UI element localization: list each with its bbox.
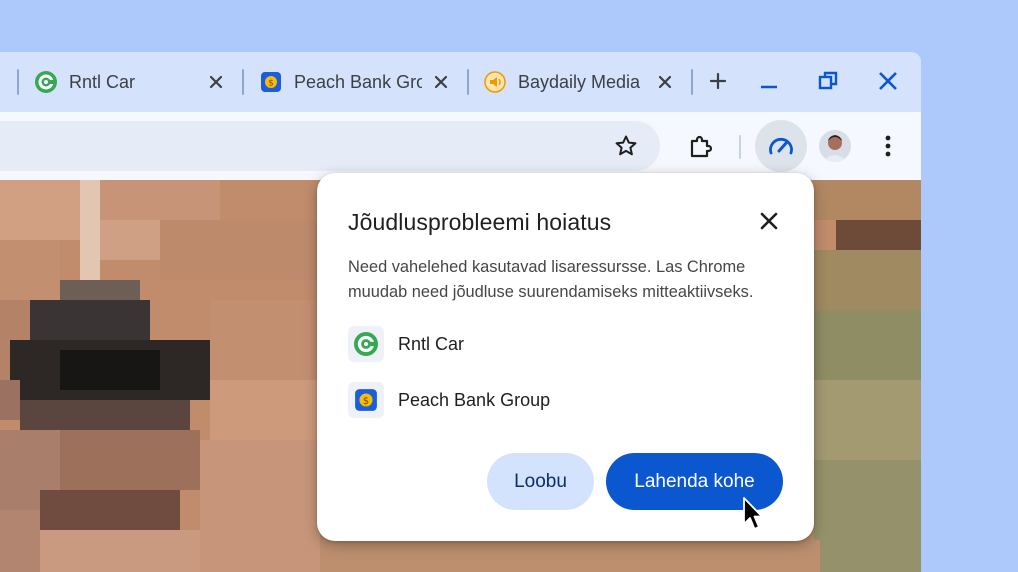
tab-title: Peach Bank Group — [294, 71, 422, 92]
tab-close-icon[interactable] — [430, 71, 452, 93]
svg-text:$: $ — [268, 79, 274, 89]
tab-peach-bank[interactable]: $ Peach Bank Group — [260, 62, 452, 102]
restore-icon[interactable] — [813, 66, 843, 96]
new-tab-plus-icon[interactable] — [703, 66, 733, 96]
peach-bank-logo-icon: $ — [260, 71, 282, 93]
address-bar[interactable] — [0, 121, 660, 171]
dialog-description: Need vahelehed kasutavad lisaressursse. … — [348, 258, 754, 301]
tab-separator — [691, 69, 693, 95]
site-name: Rntl Car — [398, 333, 465, 354]
tab-separator — [467, 69, 469, 95]
tab-close-icon[interactable] — [654, 71, 676, 93]
bookmark-star-icon[interactable] — [613, 133, 639, 159]
tab-separator — [17, 69, 19, 95]
peach-bank-logo-icon: $ — [348, 382, 384, 418]
baydaily-media-logo-icon — [484, 71, 506, 93]
tab-baydaily-media[interactable]: Baydaily Media — [484, 62, 676, 102]
tab-separator — [242, 69, 244, 95]
toolbar — [0, 112, 921, 180]
dialog-title: Jõudlusprobleemi hoiatus — [348, 209, 612, 235]
site-name: Peach Bank Group — [398, 389, 551, 410]
rntl-car-logo-icon — [35, 71, 57, 93]
tab-strip: Rntl Car $ Peach Bank Group Baydaily Med… — [0, 52, 921, 112]
performance-gauge-icon[interactable] — [755, 120, 807, 172]
mouse-pointer-icon — [742, 496, 764, 537]
toolbar-separator — [739, 135, 741, 159]
tab-rntl-car[interactable]: Rntl Car — [35, 62, 227, 102]
tab-close-icon[interactable] — [205, 71, 227, 93]
close-window-icon[interactable] — [873, 66, 903, 96]
rntl-car-logo-icon — [348, 326, 384, 362]
more-vert-icon[interactable] — [876, 133, 900, 159]
cancel-button[interactable]: Loobu — [487, 453, 594, 510]
extensions-puzzle-icon[interactable] — [687, 133, 715, 161]
tab-title: Baydaily Media — [518, 71, 641, 92]
tab-title: Rntl Car — [69, 71, 136, 92]
minimize-icon[interactable] — [754, 66, 784, 96]
site-item: Rntl Car — [348, 326, 464, 362]
close-icon[interactable] — [756, 208, 782, 234]
svg-text:$: $ — [363, 396, 369, 407]
profile-avatar[interactable] — [819, 130, 851, 162]
site-item: $ Peach Bank Group — [348, 382, 550, 418]
performance-warning-dialog: Jõudlusprobleemi hoiatus Need vahelehed … — [317, 173, 814, 541]
